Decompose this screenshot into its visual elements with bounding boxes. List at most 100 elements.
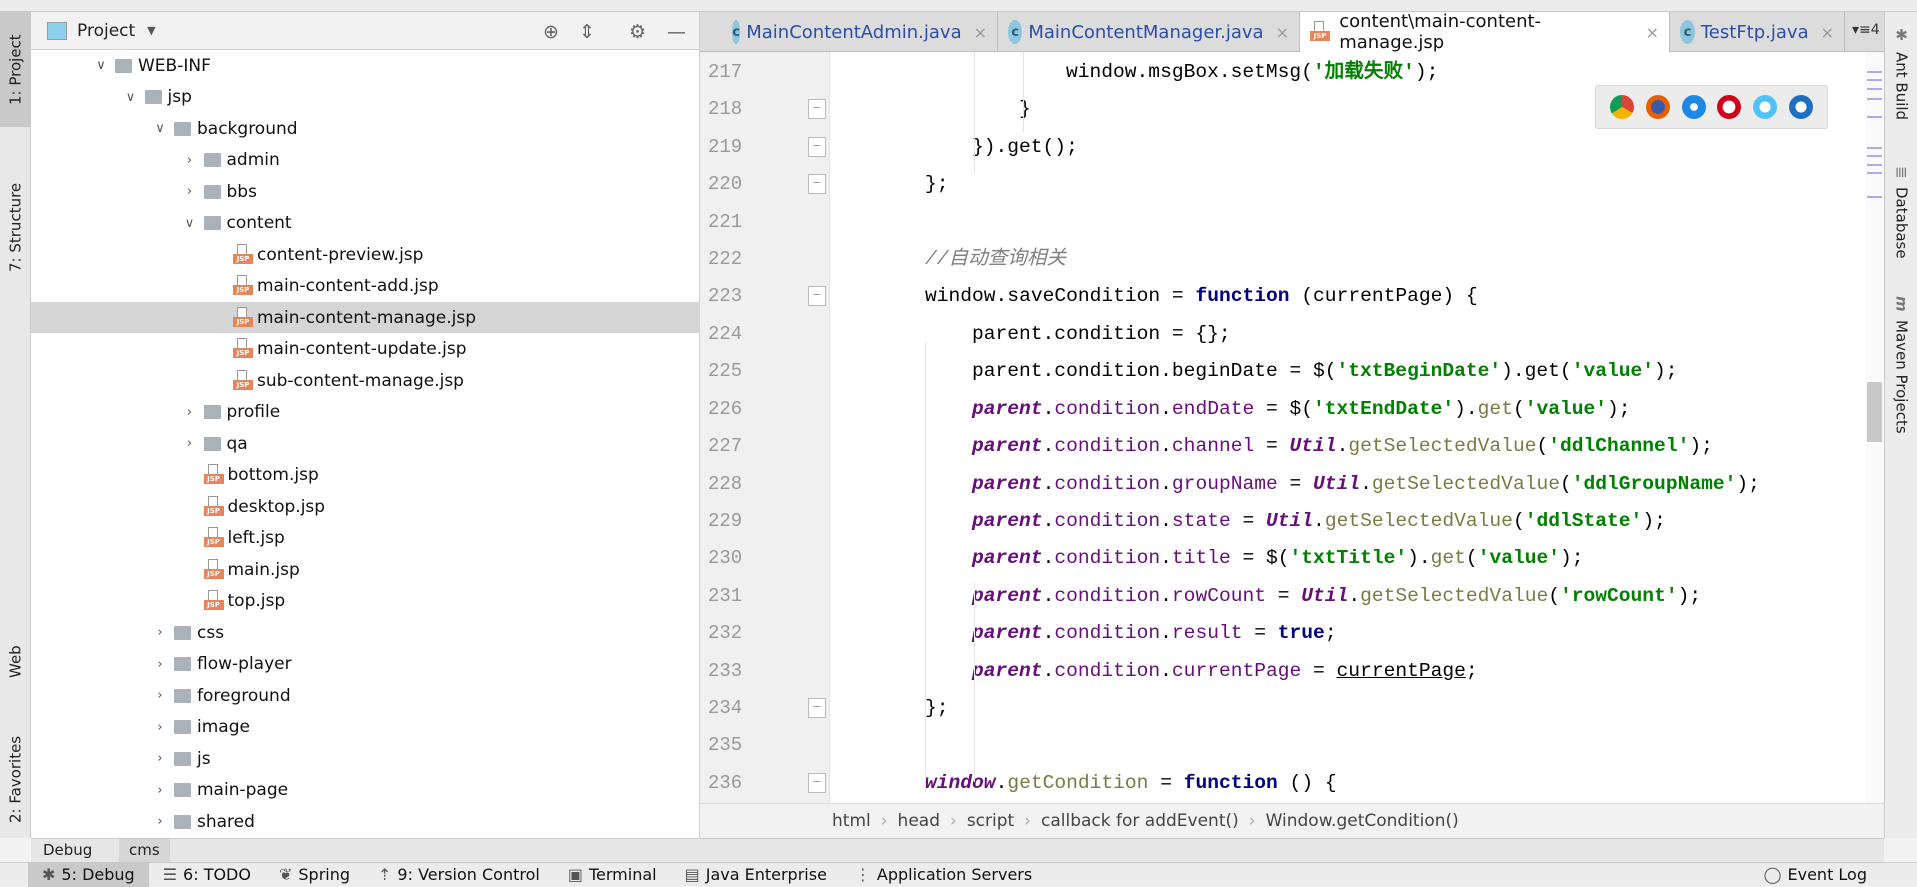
breadcrumb-item[interactable]: head [898,811,940,831]
chevron-down-icon[interactable]: ∨ [93,58,109,73]
tree-item[interactable]: › profile [31,397,700,428]
fold-marker-icon[interactable]: − [808,286,826,307]
chevron-down-icon[interactable]: ▼ [147,24,155,37]
breadcrumb-item[interactable]: callback for addEvent() [1041,811,1239,831]
tool-button-terminal[interactable]: ▣ Terminal [554,863,671,887]
marker[interactable] [1867,97,1882,100]
tree-item[interactable]: › css [31,617,700,648]
tab-testftp-java[interactable]: c TestFtp.java × [1670,12,1845,52]
tool-button-9-version-control[interactable]: ⇡ 9: Version Control [364,863,554,887]
marker[interactable] [1867,146,1882,149]
tree-item[interactable]: JSP main-content-manage.jsp [31,302,700,333]
tree-item[interactable]: › main-page [31,775,700,806]
tool-button-java-enterprise[interactable]: ▤ Java Enterprise [671,863,841,887]
tool-tab-project[interactable]: 1: Project [0,12,31,127]
event-log-button[interactable]: ◯ Event Log [1750,863,1881,887]
tool-tab-database[interactable]: ≣ Database [1885,162,1917,277]
tree-item[interactable]: › bbs [31,176,700,207]
close-icon[interactable]: × [974,23,987,42]
tree-item[interactable]: JSP left.jsp [31,523,700,554]
tree-item[interactable]: ∨ background [31,113,700,144]
tool-button-spring[interactable]: ❦ Spring [265,863,364,887]
tool-button-5-debug[interactable]: ✱ 5: Debug [28,862,149,887]
tool-button-6-todo[interactable]: ☰ 6: TODO [149,863,265,887]
tool-tab-structure[interactable]: 7: Structure [0,162,31,292]
minimize-icon[interactable]: — [667,21,686,43]
opera-icon[interactable] [1717,95,1742,119]
breadcrumb-item[interactable]: script [967,811,1014,831]
breadcrumb-item[interactable]: html [832,811,871,831]
marker[interactable] [1867,155,1882,158]
chevron-right-icon[interactable]: › [152,688,168,703]
tree-item[interactable]: JSP desktop.jsp [31,491,700,522]
tree-item[interactable]: JSP main-content-add.jsp [31,271,700,302]
fold-marker-icon[interactable]: − [808,772,826,793]
tree-item[interactable]: › qa [31,428,700,459]
tree-item[interactable]: ∨ WEB-INF [31,50,700,81]
chevron-right-icon[interactable]: › [152,751,168,766]
chrome-icon[interactable] [1609,95,1634,119]
tree-item[interactable]: JSP main-content-update.jsp [31,334,700,365]
firefox-icon[interactable] [1645,95,1670,119]
tree-item[interactable]: › flow-player [31,649,700,680]
tree-item[interactable]: › image [31,712,700,743]
error-stripe[interactable] [1865,52,1884,803]
tree-item[interactable]: › admin [31,145,700,176]
close-icon[interactable]: × [1646,23,1659,42]
marker[interactable] [1867,195,1882,198]
edge-icon[interactable] [1789,95,1814,119]
tool-tab-maven[interactable]: m Maven Projects [1885,292,1917,457]
marker[interactable] [1867,88,1882,91]
chevron-right-icon[interactable]: › [182,184,198,199]
tool-button-application-servers[interactable]: ⋮ Application Servers [841,863,1046,887]
ie-icon[interactable] [1753,95,1778,119]
marker[interactable] [1867,172,1882,175]
tree-item[interactable]: JSP sub-content-manage.jsp [31,365,700,396]
chevron-right-icon[interactable]: › [182,436,198,451]
tree-item[interactable]: JSP main.jsp [31,554,700,585]
tab-content-main-content-manage-jsp[interactable]: JSP content\main-content-manage.jsp × [1300,11,1670,53]
chevron-right-icon[interactable]: › [182,405,198,420]
tool-tab-ant-build[interactable]: ✱ Ant Build [1885,22,1917,137]
chevron-down-icon[interactable]: ∨ [123,90,139,105]
tree-item[interactable]: JSP bottom.jsp [31,460,700,491]
locate-icon[interactable]: ⊕ [543,21,559,43]
close-icon[interactable]: × [1821,23,1834,42]
tree-item[interactable]: › foreground [31,680,700,711]
tree-item[interactable]: › shared [31,806,700,837]
close-icon[interactable]: × [1276,23,1289,42]
chevron-right-icon[interactable]: › [152,814,168,829]
marker[interactable] [1867,79,1882,82]
collapse-all-icon[interactable]: ⇕ [579,21,595,43]
fold-marker-icon[interactable]: − [808,697,826,718]
fold-marker-icon[interactable]: − [808,136,826,157]
tree-item[interactable]: ∨ content [31,208,700,239]
chevron-right-icon[interactable]: › [152,657,168,672]
tool-tab-favorites[interactable]: 2: Favorites [0,722,31,837]
tabs-overflow-button[interactable]: ▾≡4 [1852,22,1880,38]
breadcrumb-item[interactable]: Window.getCondition() [1266,811,1459,831]
fold-marker-icon[interactable]: − [808,99,826,120]
chevron-right-icon[interactable]: › [152,783,168,798]
chevron-down-icon[interactable]: ∨ [182,216,198,231]
tree-item[interactable]: › js [31,743,700,774]
tree-item[interactable]: JSP content-preview.jsp [31,239,700,270]
marker[interactable] [1867,70,1882,73]
marker[interactable] [1867,116,1882,119]
project-view-selector[interactable]: Project [77,21,135,41]
gear-icon[interactable]: ⚙ [629,21,646,43]
chevron-right-icon[interactable]: › [182,153,198,168]
chevron-right-icon[interactable]: › [152,720,168,735]
tree-item[interactable]: JSP top.jsp [31,586,700,617]
tree-item[interactable]: ∨ jsp [31,82,700,113]
tab-maincontentadmin-java[interactable]: c MainContentAdmin.java × [722,12,998,52]
chevron-down-icon[interactable]: ∨ [152,121,168,136]
debug-session-tab[interactable]: cms [119,839,170,863]
tab-maincontentmanager-java[interactable]: c MainContentManager.java × [998,12,1300,52]
safari-icon[interactable] [1681,95,1706,119]
fold-marker-icon[interactable]: − [808,174,826,195]
editor-scrollbar-thumb[interactable] [1867,382,1882,442]
chevron-right-icon[interactable]: › [152,625,168,640]
marker[interactable] [1867,163,1882,166]
tool-tab-web[interactable]: Web [0,627,31,697]
